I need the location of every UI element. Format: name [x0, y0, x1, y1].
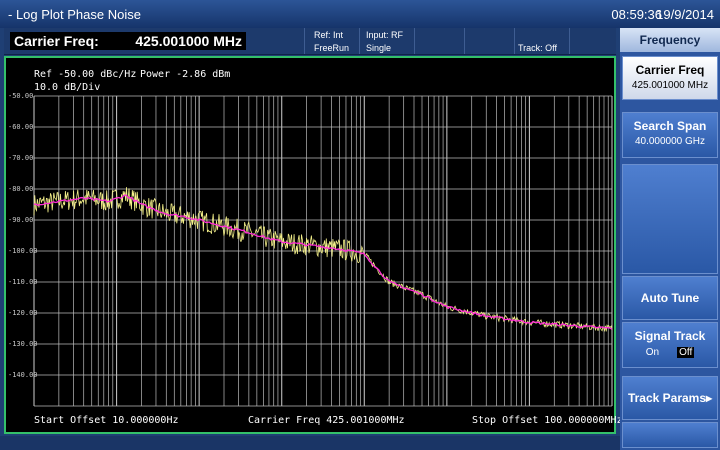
- y-tick-label: -50.00: [8, 92, 34, 100]
- carrier-freq-value[interactable]: 425.001000 MHz: [118, 32, 246, 50]
- y-tick-label: -80.00: [8, 185, 34, 193]
- softkey-label: Signal Track: [634, 329, 706, 343]
- auto-tune-softkey[interactable]: Auto Tune: [622, 276, 718, 320]
- signal-track-on: On: [645, 347, 660, 358]
- softkey-value: 40.000000 GHz: [634, 136, 706, 147]
- status-divider: [569, 28, 570, 54]
- status-divider: [414, 28, 415, 54]
- softkey-panel: Frequency Carrier Freq 425.001000 MHz Se…: [620, 28, 720, 450]
- carrier-freq-softkey[interactable]: Carrier Freq 425.001000 MHz: [622, 56, 718, 100]
- plot-canvas: [33, 95, 613, 407]
- signal-track-softkey[interactable]: Signal Track On Off: [622, 322, 718, 368]
- power-text: Power -2.86 dBm: [140, 69, 231, 80]
- status-divider: [514, 28, 515, 54]
- smoothed-trace: [33, 194, 613, 330]
- softkey-label: Auto Tune: [640, 291, 700, 305]
- ref-status: Ref: Int: [314, 30, 344, 40]
- y-tick-label: -60.00: [8, 123, 34, 131]
- y-tick-label: -110.00: [8, 278, 38, 286]
- title-bar: - Log Plot Phase Noise 08:59:36 19/9/201…: [0, 0, 720, 28]
- bottom-bar: [0, 436, 620, 450]
- menu-title: Frequency: [620, 28, 720, 52]
- clock-time: 08:59:36: [611, 7, 662, 22]
- phase-noise-plot[interactable]: -50.00 -60.00 -70.00 -80.00 -90.00 -100.00 -11…: [4, 56, 623, 434]
- status-divider: [359, 28, 360, 54]
- center-freq-text: Carrier Freq 425.001000MHz: [248, 415, 405, 426]
- submenu-arrow-icon: ▸: [706, 391, 713, 405]
- blank-softkey[interactable]: [622, 422, 718, 448]
- clock-date: 19/9/2014: [656, 7, 714, 22]
- start-offset-text: Start Offset 10.000000Hz: [34, 415, 179, 426]
- stop-offset-text: Stop Offset 100.000000MHz: [472, 415, 623, 426]
- status-bar: Carrier Freq: 425.001000 MHz Ref: Int Fr…: [4, 28, 616, 55]
- y-tick-label: -130.00: [8, 340, 38, 348]
- softkey-label: Search Span: [633, 119, 707, 133]
- signal-track-off: Off: [677, 347, 695, 358]
- scale-text: 10.0 dB/Div: [34, 82, 101, 93]
- y-tick-label: -70.00: [8, 154, 34, 162]
- softkey-label: Track Params: [627, 391, 707, 405]
- mode-status: Single: [366, 43, 392, 53]
- carrier-freq-label: Carrier Freq:: [10, 32, 118, 50]
- track-status: Track: Off: [518, 43, 558, 53]
- ref-level-text: Ref -50.00 dBc/Hz: [34, 69, 137, 80]
- blank-softkey[interactable]: [622, 164, 718, 274]
- run-status: FreeRun: [314, 43, 350, 53]
- status-divider: [304, 28, 305, 54]
- softkey-label: Carrier Freq: [635, 63, 705, 77]
- softkey-value: 425.001000 MHz: [631, 80, 709, 91]
- status-divider: [464, 28, 465, 54]
- search-span-softkey[interactable]: Search Span 40.000000 GHz: [622, 112, 718, 158]
- y-tick-label: -140.00: [8, 371, 38, 379]
- input-status: Input: RF: [366, 30, 404, 40]
- raw-noise-trace: [33, 187, 613, 332]
- track-params-softkey[interactable]: Track Params▸: [622, 376, 718, 420]
- y-tick-label: -120.00: [8, 309, 38, 317]
- y-tick-label: -100.00: [8, 247, 38, 255]
- y-tick-label: -90.00: [8, 216, 34, 224]
- window-title: - Log Plot Phase Noise: [8, 7, 141, 22]
